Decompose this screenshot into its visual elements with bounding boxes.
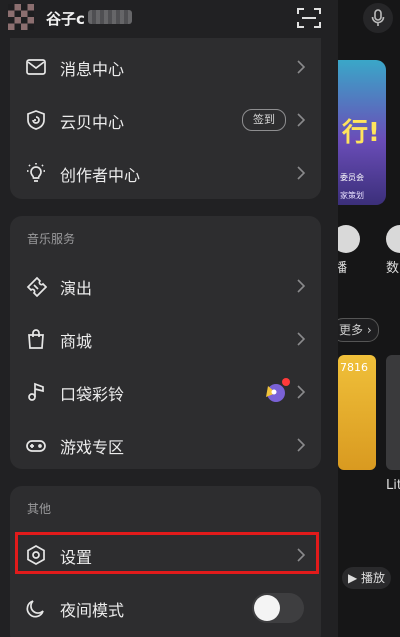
menu-item-label: 云贝中心: [60, 113, 125, 132]
chevron-right-icon: [297, 279, 305, 293]
night-mode-toggle[interactable]: [252, 593, 304, 623]
menu-item-label: 演出: [60, 279, 93, 298]
play-button[interactable]: ▶ 播放: [342, 567, 392, 589]
ticket-icon: [25, 275, 47, 297]
menu-item-cloud-coin[interactable]: 云贝中心 签到: [10, 96, 321, 144]
more-button[interactable]: 更多 ›: [338, 318, 379, 342]
menu-item-label: 游戏专区: [60, 438, 125, 457]
ringtone-promo-icon: [262, 376, 292, 406]
shortcut-icon[interactable]: [338, 225, 360, 253]
menu-item-night-mode[interactable]: 夜间模式: [10, 584, 321, 632]
menu-group-main: 消息中心 云贝中心 签到 创作者中心: [10, 38, 321, 199]
shopping-bag-icon: [25, 328, 47, 350]
shortcut-icon[interactable]: [386, 225, 400, 253]
lightbulb-icon: [25, 162, 47, 184]
username-redaction: [88, 10, 132, 24]
menu-item-label: 商城: [60, 332, 93, 351]
chevron-right-icon: [297, 332, 305, 346]
menu-item-label: 夜间模式: [60, 601, 125, 620]
section-title: 其他: [27, 502, 52, 516]
menu-item-messages[interactable]: 消息中心: [10, 43, 321, 91]
microphone-icon[interactable]: [363, 3, 393, 33]
menu-item-pocket-ringtone[interactable]: 口袋彩铃: [10, 368, 321, 416]
card-number: 7816: [340, 361, 368, 374]
music-note-icon: [25, 381, 47, 403]
chevron-right-icon: [297, 60, 305, 74]
menu-item-label: 创作者中心: [60, 166, 141, 185]
shortcut-label: 数: [386, 261, 400, 276]
avatar[interactable]: [8, 4, 34, 30]
card-caption: Lit: [386, 478, 400, 493]
banner-subtext: 家策划: [340, 191, 364, 200]
chevron-right-icon: [297, 438, 305, 452]
chevron-right-icon: [297, 166, 305, 180]
menu-item-mall[interactable]: 商城: [10, 315, 321, 363]
banner-text: 委员会: [340, 173, 364, 182]
chevron-right-icon: [297, 385, 305, 399]
settings-highlight-box: [15, 532, 319, 574]
menu-item-label: 口袋彩铃: [60, 385, 125, 404]
chevron-right-icon: [297, 113, 305, 127]
toggle-knob: [254, 595, 280, 621]
banner-title: 行!: [342, 118, 380, 148]
drawer-header: 谷子c: [0, 0, 338, 36]
menu-item-label: 消息中心: [60, 60, 125, 79]
cloud-coin-icon: [25, 109, 47, 131]
playlist-card[interactable]: [386, 355, 400, 470]
username[interactable]: 谷子c: [46, 8, 85, 29]
section-title: 音乐服务: [27, 232, 76, 246]
promo-banner[interactable]: 行! 委员会 家策划: [338, 60, 386, 205]
mail-icon: [25, 56, 47, 78]
background-app: 行! 委员会 家策划 播 数 更多 › 7816 Lit ▶ 播放: [338, 0, 400, 637]
menu-item-game-zone[interactable]: 游戏专区: [10, 421, 321, 469]
side-drawer: 谷子c 消息中心 云贝中心 签到 创作者中心 音乐服务 演出 商城 口袋彩铃 游…: [0, 0, 338, 637]
shortcut-label: 播: [338, 261, 348, 276]
menu-item-shows[interactable]: 演出: [10, 262, 321, 310]
menu-item-creator-center[interactable]: 创作者中心: [10, 149, 321, 197]
playlist-card[interactable]: 7816: [338, 355, 376, 470]
gamepad-icon: [25, 434, 47, 456]
moon-icon: [25, 597, 47, 619]
menu-group-music-services: 音乐服务 演出 商城 口袋彩铃 游戏专区: [10, 216, 321, 469]
scan-icon[interactable]: [296, 6, 322, 30]
sign-in-badge[interactable]: 签到: [242, 109, 286, 131]
